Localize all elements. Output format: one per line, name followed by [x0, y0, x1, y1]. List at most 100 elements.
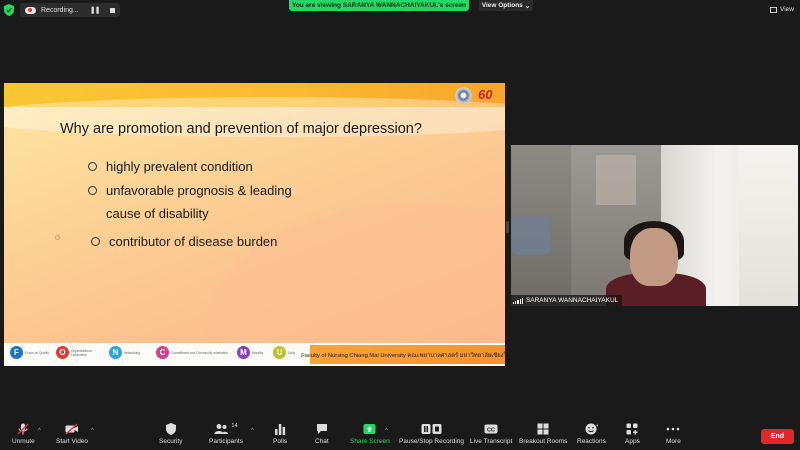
- end-meeting-button[interactable]: End: [761, 429, 794, 444]
- footer-badge: C Commitment and Community orientation: [156, 346, 229, 359]
- view-options-label: View Options: [481, 2, 523, 9]
- breakout-rooms-label: Breakout Rooms: [519, 438, 568, 445]
- video-background-window: [739, 145, 798, 306]
- polls-button[interactable]: Polls: [273, 423, 287, 445]
- svg-text:+: +: [596, 423, 598, 429]
- participant-face: [630, 228, 678, 286]
- chat-button[interactable]: Chat: [315, 423, 329, 445]
- polls-label: Polls: [273, 438, 288, 445]
- breakout-rooms-icon: [537, 423, 549, 435]
- apps-icon: [626, 423, 638, 435]
- security-label: Security: [159, 438, 183, 445]
- more-button[interactable]: More: [666, 423, 681, 445]
- splitter-handle[interactable]: [506, 221, 509, 233]
- unmute-label: Unmute: [12, 438, 35, 445]
- share-options-caret[interactable]: ^: [385, 428, 388, 434]
- recording-indicator: Recording... ❚❚: [4, 3, 121, 17]
- bullet-circle-icon: [88, 162, 97, 171]
- microphone-muted-icon: [17, 423, 29, 435]
- slide-dot-marker: [55, 235, 60, 240]
- share-screen-button[interactable]: Share Screen: [350, 423, 390, 445]
- bullet-text: highly prevalent condition: [106, 159, 253, 174]
- bullet-text: unfavorable prognosis & leading: [106, 183, 292, 198]
- participant-name: SARANYA WANNACHAIYAKUL: [525, 297, 619, 304]
- apps-button[interactable]: Apps: [625, 423, 640, 445]
- bullet-circle-icon: [88, 186, 97, 195]
- footer-badge-letter: U: [273, 346, 286, 359]
- footer-badge-letter: M: [237, 346, 250, 359]
- pause-stop-recording-icon: [421, 423, 443, 435]
- viewing-screen-banner: You are viewing SARANYA WANNACHAIYAKUL's…: [289, 0, 469, 11]
- university-seal-logo: [455, 87, 472, 104]
- footer-badge-text: Networking: [124, 350, 140, 355]
- reactions-label: Reactions: [577, 438, 606, 445]
- bullet-item: contributor of disease burden: [91, 234, 277, 249]
- polls-bar-chart-icon: [274, 423, 286, 435]
- chat-bubble-icon: [316, 423, 328, 435]
- share-screen-icon: [363, 423, 376, 435]
- start-video-label: Start Video: [56, 438, 89, 445]
- shared-screen-slide: 60 Why are promotion and prevention of m…: [4, 83, 505, 366]
- participants-icon: 14: [214, 423, 238, 435]
- live-transcript-button[interactable]: CC Live Transcript: [470, 423, 512, 445]
- slide-title: Why are promotion and prevention of majo…: [60, 121, 422, 137]
- video-camera-off-icon: [65, 423, 79, 435]
- stop-recording-icon[interactable]: [110, 7, 116, 13]
- reactions-button[interactable]: + Reactions: [577, 423, 606, 445]
- participant-name-tag: SARANYA WANNACHAIYAKUL: [511, 295, 623, 306]
- participant-video-tile[interactable]: SARANYA WANNACHAIYAKUL: [511, 145, 798, 306]
- zoom-meeting-window: Recording... ❚❚ You are viewing SARANYA …: [0, 0, 800, 450]
- audio-options-caret[interactable]: ^: [38, 428, 41, 434]
- participants-label: Participants: [209, 438, 243, 445]
- pause-stop-recording-button[interactable]: Pause/Stop Recording: [399, 423, 464, 445]
- recording-pill: Recording... ❚❚: [20, 3, 121, 17]
- footer-badge: O Organizational Leadership: [56, 346, 107, 359]
- connection-bars-icon: [513, 297, 523, 304]
- anniversary-60-logo: 60: [478, 87, 493, 102]
- unmute-button[interactable]: Unmute: [12, 423, 35, 445]
- slide-decoration: [204, 203, 505, 366]
- closed-caption-icon: CC: [484, 423, 498, 435]
- footer-badge-letter: O: [56, 346, 69, 359]
- bullet-item: highly prevalent condition: [88, 159, 253, 174]
- slide-footer: F Focus on Quality O Organizational Lead…: [4, 343, 505, 366]
- footer-badge-letter: F: [10, 346, 23, 359]
- more-label: More: [666, 438, 681, 445]
- pause-stop-recording-label: Pause/Stop Recording: [399, 438, 465, 445]
- security-button[interactable]: Security: [159, 423, 182, 445]
- participants-button[interactable]: 14 Participants: [209, 423, 243, 445]
- recording-label: Recording...: [41, 6, 79, 14]
- view-layout-button[interactable]: View: [770, 4, 794, 15]
- meeting-toolbar: Unmute ^ Start Video ^ Security 14 Parti…: [0, 418, 800, 450]
- footer-badge: N Networking: [109, 346, 160, 359]
- share-screen-label: Share Screen: [350, 438, 390, 445]
- reactions-smiley-icon: +: [585, 423, 598, 435]
- footer-badge-text: Commitment and Community orientation: [171, 350, 229, 355]
- faculty-footer-bar: Faculty of Nursing Chiang Mai University…: [301, 345, 505, 364]
- footer-badge-text: Morality: [252, 350, 264, 355]
- bullet-circle-icon: [91, 237, 100, 246]
- footer-badge: M Morality: [237, 346, 270, 359]
- participants-count: 14: [231, 423, 238, 429]
- view-options-button[interactable]: View Options ⌄: [479, 0, 533, 11]
- chevron-down-icon: ⌄: [524, 2, 531, 10]
- chat-label: Chat: [315, 438, 329, 445]
- breakout-rooms-button[interactable]: Breakout Rooms: [519, 423, 567, 445]
- video-options-caret[interactable]: ^: [91, 428, 94, 434]
- live-transcript-label: Live Transcript: [470, 438, 513, 445]
- participants-options-caret[interactable]: ^: [251, 428, 254, 434]
- encryption-shield-icon[interactable]: [4, 4, 14, 16]
- more-ellipsis-icon: [666, 423, 680, 435]
- cloud-recording-icon: [25, 6, 36, 14]
- footer-badge: F Focus on Quality: [10, 346, 61, 359]
- view-label: View: [780, 6, 794, 13]
- footer-badge-letter: C: [156, 346, 169, 359]
- start-video-button[interactable]: Start Video: [56, 423, 88, 445]
- apps-label: Apps: [625, 438, 640, 445]
- grid-view-icon: [770, 6, 778, 13]
- footer-badge-letter: N: [109, 346, 122, 359]
- video-background-object: [596, 155, 636, 205]
- security-shield-icon: [165, 423, 176, 435]
- pause-recording-icon[interactable]: ❚❚: [90, 6, 101, 14]
- bullet-item: unfavorable prognosis & leading: [88, 183, 292, 198]
